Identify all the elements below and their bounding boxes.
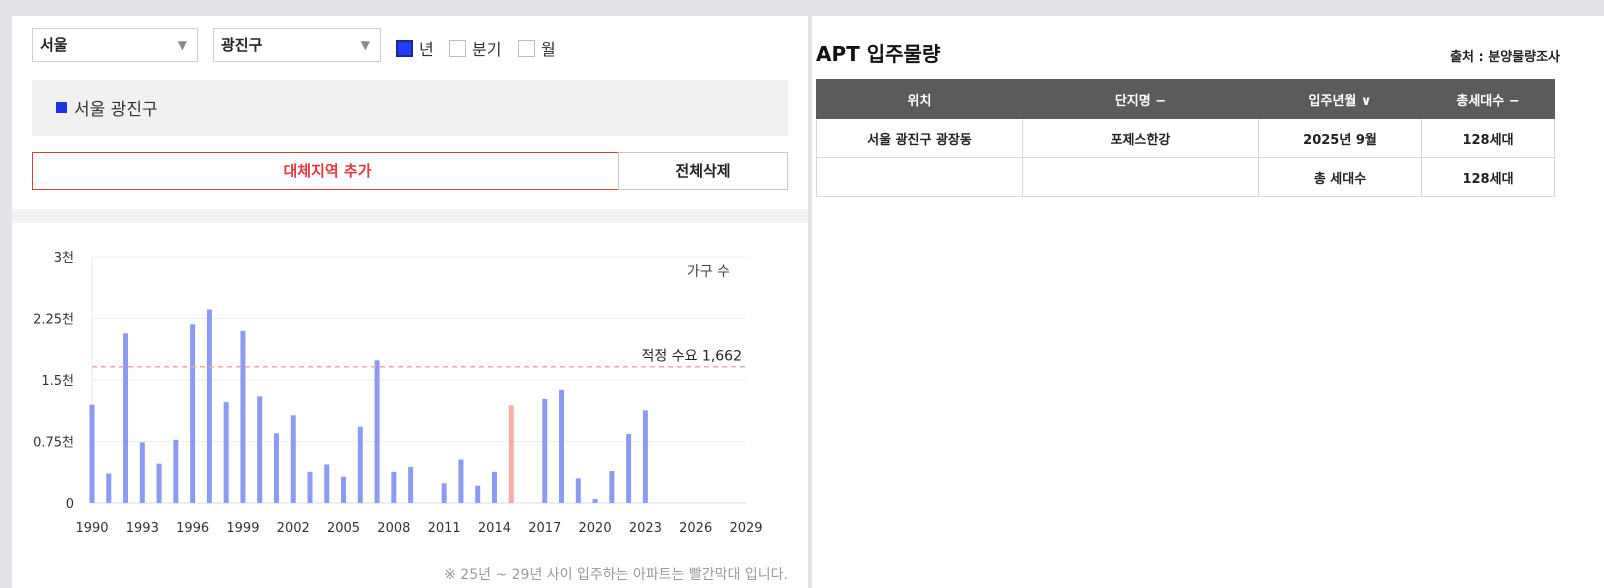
y-tick-label: 0 xyxy=(66,497,74,512)
x-tick-label: 1993 xyxy=(126,521,159,536)
bar xyxy=(609,471,615,503)
y-tick-label: 1.5천 xyxy=(41,374,74,389)
left-panel: 서울 ▼ 광진구 ▼ 년 분기 월 서울 광진구 대체지역 추가 전체삭제 적정… xyxy=(12,16,808,588)
source-label: 출처 : 분양물량조사 xyxy=(1450,50,1560,65)
supply-table: 위치 단지명 − 입주년월 ∨ 총세대수 − 서울 광진구 광장동 포제스한강 … xyxy=(816,79,1555,197)
bar xyxy=(559,389,565,503)
x-tick-label: 2008 xyxy=(377,521,410,536)
bar xyxy=(626,434,632,503)
x-tick-label: 1999 xyxy=(226,521,259,536)
column-header-location: 위치 xyxy=(816,79,1023,119)
page-title: APT 입주물량 xyxy=(816,42,941,66)
column-header-complex[interactable]: 단지명 − xyxy=(1022,79,1259,119)
x-tick-label: 2020 xyxy=(579,521,612,536)
table-cell: 서울 광진구 광장동 xyxy=(816,118,1023,158)
right-panel: APT 입주물량 출처 : 분양물량조사 위치 단지명 − 입주년월 ∨ 총세대… xyxy=(812,16,1604,588)
future-bar xyxy=(508,405,514,503)
bar xyxy=(273,433,279,503)
x-tick-label: 2026 xyxy=(679,521,712,536)
table-header-row: 위치 단지명 − 입주년월 ∨ 총세대수 − xyxy=(816,79,1555,119)
bar xyxy=(374,360,380,503)
bar xyxy=(173,439,179,503)
supply-bar-chart: 적정 수요 1,662 0 0.75천 1.5천 2.25천 3천 1990 1993 19… xyxy=(33,251,762,536)
bar xyxy=(223,402,229,503)
bar xyxy=(408,466,414,503)
y-tick-label: 2.25천 xyxy=(33,313,74,328)
bar xyxy=(642,410,648,503)
x-tick-label: 2014 xyxy=(478,521,511,536)
bar xyxy=(592,498,598,503)
table-total-row: 총 세대수 128세대 xyxy=(816,157,1555,197)
bar xyxy=(290,415,296,503)
bar xyxy=(542,398,548,503)
table-cell: 128세대 xyxy=(1421,157,1555,197)
bar xyxy=(106,473,112,503)
y-tick-label: 3천 xyxy=(54,251,74,266)
table-cell: 128세대 xyxy=(1421,118,1555,158)
table-cell xyxy=(1022,157,1259,197)
bar xyxy=(139,442,145,503)
table-cell: 2025년 9월 xyxy=(1258,118,1422,158)
column-header-move-in[interactable]: 입주년월 ∨ xyxy=(1258,79,1422,119)
chart-footnote: ※ 25년 ~ 29년 사이 입주하는 아파트는 빨간막대 입니다. xyxy=(444,567,788,583)
bar xyxy=(307,471,313,503)
table-cell: 총 세대수 xyxy=(1258,157,1422,197)
bar xyxy=(156,463,162,503)
table-row: 서울 광진구 광장동 포제스한강 2025년 9월 128세대 xyxy=(816,118,1555,158)
bar xyxy=(491,471,497,503)
x-tick-label: 2002 xyxy=(277,521,310,536)
bar xyxy=(475,485,481,503)
x-tick-label: 2017 xyxy=(528,521,561,536)
table-cell xyxy=(816,157,1023,197)
column-header-units[interactable]: 총세대수 − xyxy=(1421,79,1555,119)
bar xyxy=(206,309,212,503)
bar xyxy=(391,471,397,503)
y-tick-label: 0.75천 xyxy=(33,436,74,451)
x-tick-label: 2005 xyxy=(327,521,360,536)
x-tick-label: 2029 xyxy=(729,521,762,536)
bar xyxy=(257,396,263,503)
bar xyxy=(324,464,330,503)
x-tick-label: 2011 xyxy=(428,521,461,536)
x-tick-label: 1996 xyxy=(176,521,209,536)
bar xyxy=(357,426,363,503)
bar xyxy=(441,483,447,503)
table-cell: 포제스한강 xyxy=(1022,118,1259,158)
bar xyxy=(190,324,196,503)
reference-line-label: 적정 수요 1,662 xyxy=(642,349,743,365)
chart-unit-label: 가구 수 xyxy=(687,264,730,280)
bar xyxy=(89,404,95,503)
bar xyxy=(341,476,347,503)
bar xyxy=(575,478,581,503)
bar xyxy=(240,330,246,503)
bar xyxy=(123,333,129,503)
bar xyxy=(458,459,464,503)
x-tick-label: 1990 xyxy=(75,521,108,536)
x-tick-label: 2023 xyxy=(629,521,662,536)
